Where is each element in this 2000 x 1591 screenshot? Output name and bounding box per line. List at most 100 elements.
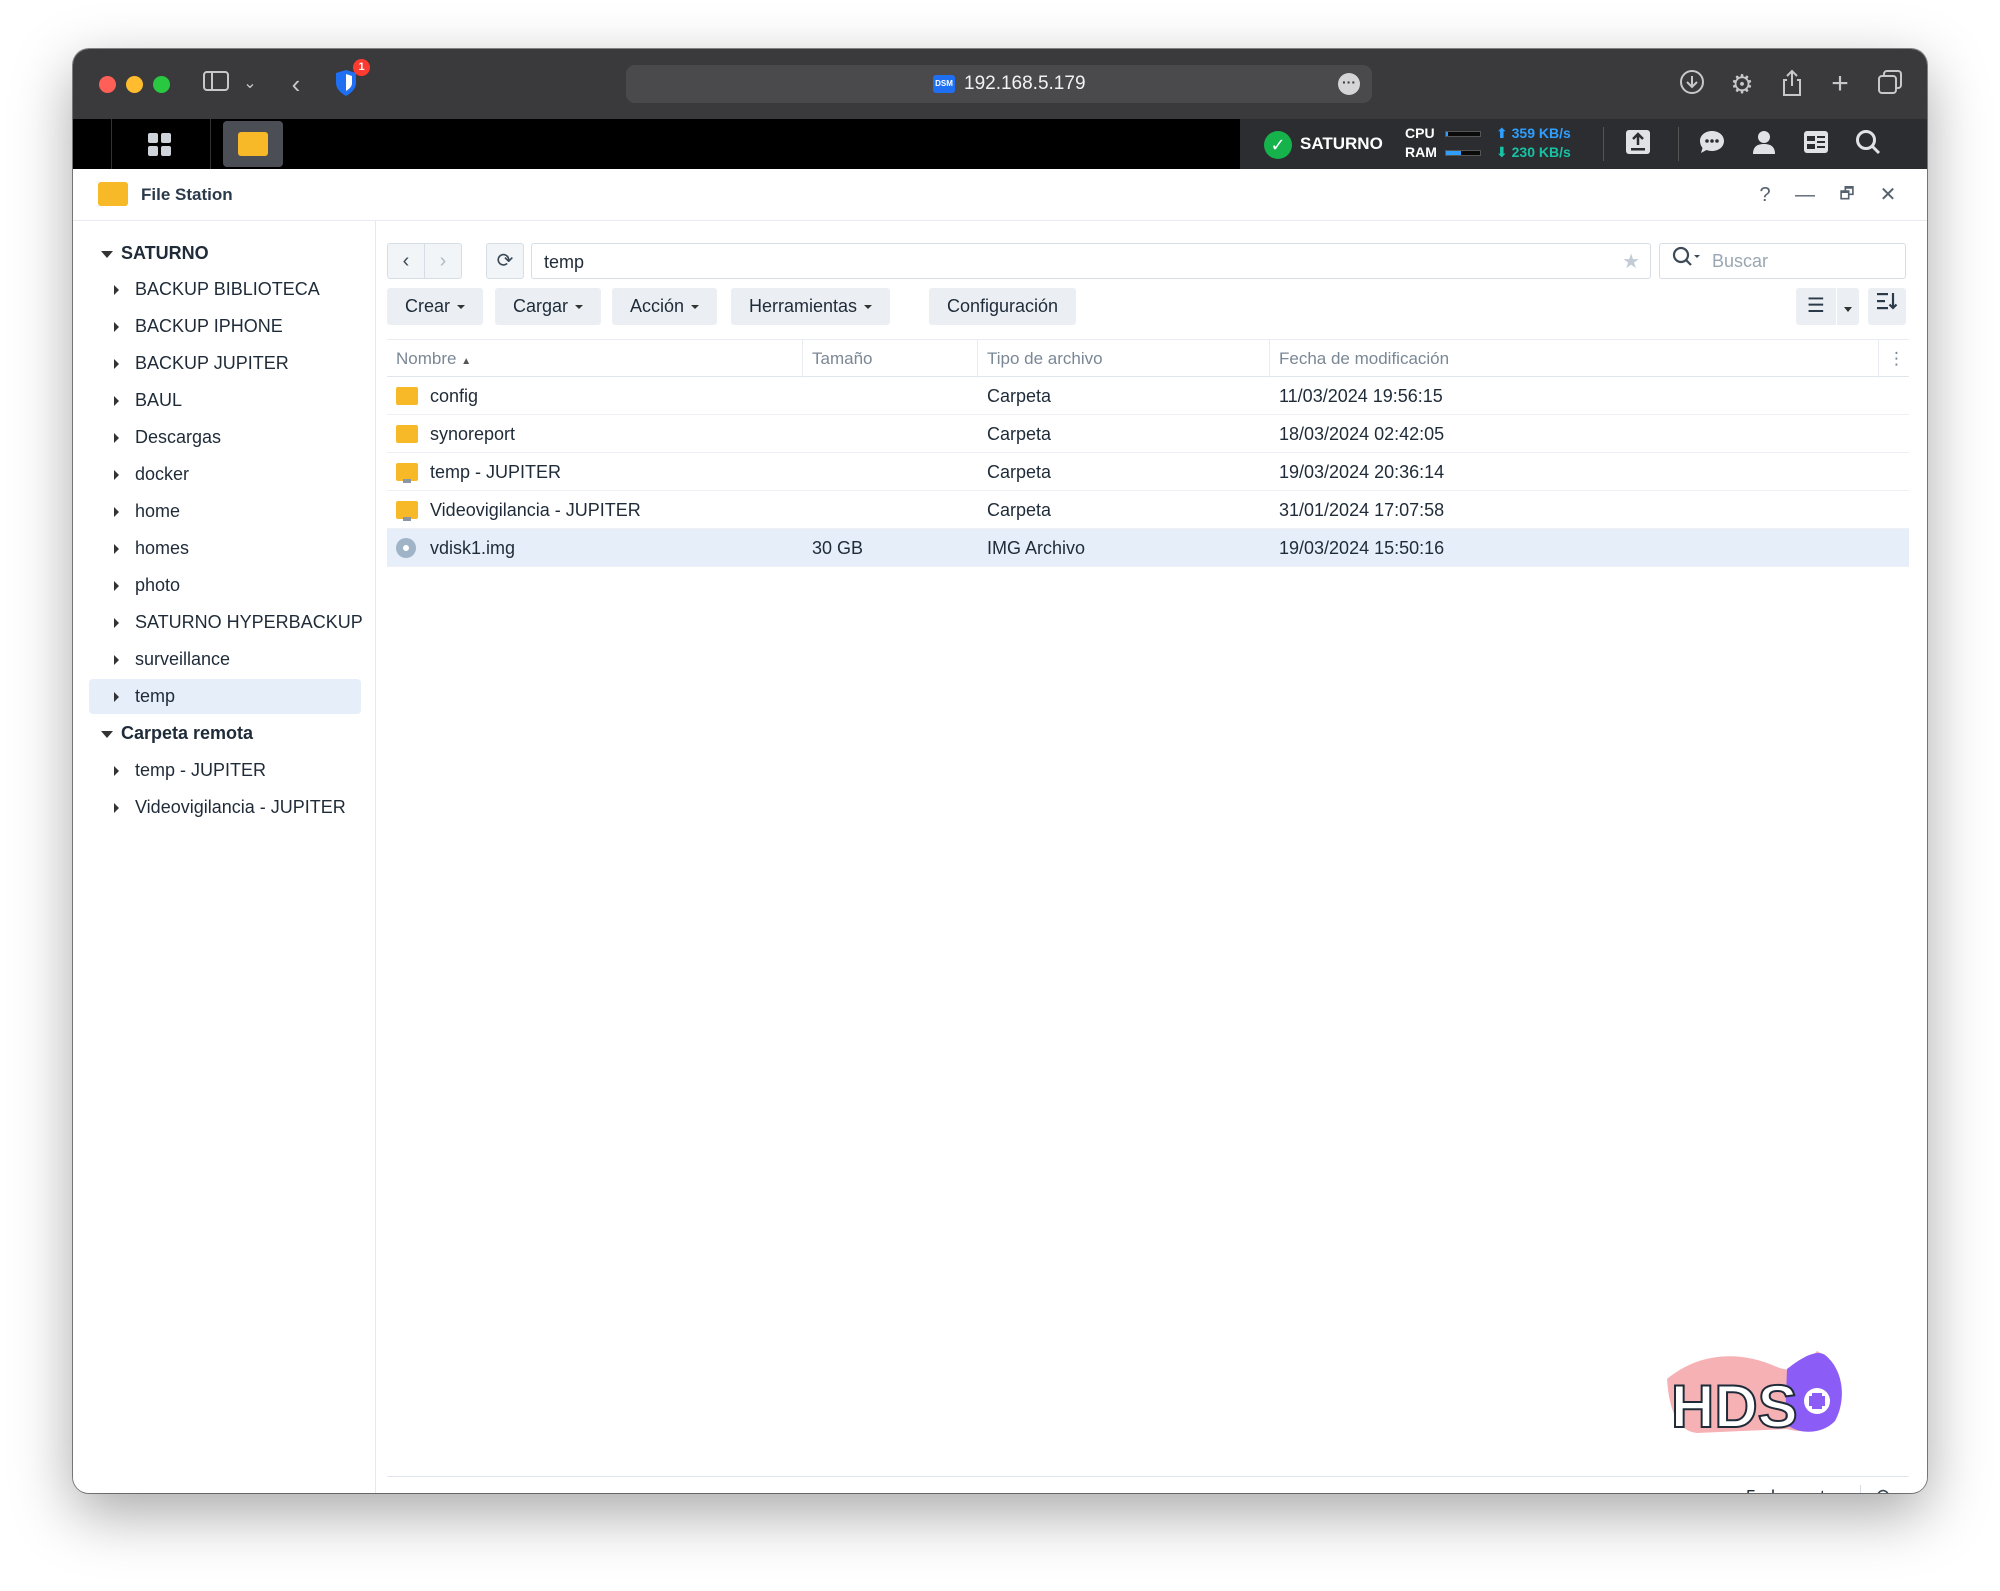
chevron-down-icon[interactable]: ⌄ (235, 69, 265, 99)
tree-item[interactable]: surveillance (89, 642, 361, 677)
dropdown-arrow-icon (691, 305, 700, 310)
configuracion-label: Configuración (947, 296, 1059, 316)
download-icon[interactable] (1677, 69, 1707, 99)
search-input[interactable] (1710, 247, 1895, 275)
list-view-icon[interactable]: ☰ (1796, 288, 1836, 325)
tree-item[interactable]: BAUL (89, 383, 361, 418)
gear-icon[interactable]: ⚙ (1727, 69, 1757, 99)
close-button[interactable]: ✕ (1874, 181, 1902, 209)
tree-item[interactable]: temp - JUPITER (89, 753, 361, 788)
column-menu-icon[interactable]: ⋮ (1879, 340, 1909, 378)
more-options-icon[interactable]: ··· (1338, 73, 1360, 95)
close-window-button[interactable] (99, 76, 116, 93)
address-bar[interactable]: DSM 192.168.5.179 ··· (626, 65, 1372, 103)
tab-overview-icon[interactable] (1875, 69, 1905, 99)
tree-item-selected[interactable]: temp (89, 679, 361, 714)
user-icon[interactable] (1748, 128, 1780, 160)
app-grid-icon (148, 133, 172, 157)
browser-toolbar: ⌄ ‹ 1 DSM 192.168.5.179 ··· ⚙ + (73, 49, 1927, 119)
tree-item[interactable]: BACKUP BIBLIOTECA (89, 272, 361, 307)
cargar-label: Cargar (513, 296, 569, 316)
star-icon[interactable]: ★ (1622, 244, 1640, 280)
back-button[interactable]: ‹ (387, 243, 425, 279)
sort-icon[interactable] (1868, 288, 1906, 325)
restore-button[interactable]: 🗗 (1833, 181, 1861, 209)
tree-item-label: BACKUP BIBLIOTECA (135, 279, 320, 299)
caret-down-icon (101, 730, 113, 738)
caret-right-icon (114, 618, 119, 628)
accion-label: Acción (630, 296, 685, 316)
tree-item[interactable]: docker (89, 457, 361, 492)
refresh-icon[interactable]: ⟳ (1876, 1481, 1893, 1493)
tree-item[interactable]: Descargas (89, 420, 361, 455)
main-menu-button[interactable] (111, 119, 211, 169)
tree-item[interactable]: Videovigilancia - JUPITER (89, 790, 361, 825)
tree-root-remote[interactable]: Carpeta remota (101, 715, 253, 752)
refresh-button[interactable]: ⟳ (486, 243, 524, 279)
dropdown-arrow-icon (575, 305, 584, 310)
back-icon[interactable]: ‹ (281, 69, 311, 99)
tree-item-label: docker (135, 464, 190, 484)
search-icon[interactable] (1852, 128, 1884, 160)
file-name: Videovigilancia - JUPITER (430, 500, 641, 520)
zoom-window-button[interactable] (153, 76, 170, 93)
caret-right-icon (114, 507, 119, 517)
configuracion-button[interactable]: Configuración (929, 288, 1077, 325)
table-row-selected[interactable]: vdisk1.img 30 GB IMG Archivo 19/03/2024 … (387, 529, 1909, 567)
table-row[interactable]: config Carpeta 11/03/2024 19:56:15 (387, 377, 1909, 415)
tree-item[interactable]: SATURNO HYPERBACKUP (89, 605, 363, 640)
item-count: 5 elementos (1746, 1481, 1844, 1493)
path-text: temp (544, 252, 585, 272)
sidebar-toggle-icon[interactable] (201, 69, 231, 99)
shared-folder-icon (396, 463, 418, 483)
cargar-button[interactable]: Cargar (495, 288, 602, 325)
file-type: Carpeta (987, 424, 1052, 444)
folder-icon (238, 132, 268, 156)
accion-button[interactable]: Acción (612, 288, 718, 325)
tree-item-label: BACKUP JUPITER (135, 353, 289, 373)
file-name: synoreport (430, 424, 516, 444)
column-type[interactable]: Tipo de archivo (978, 340, 1270, 378)
widgets-icon[interactable] (1800, 128, 1832, 160)
minimize-window-button[interactable] (126, 76, 143, 93)
search-icon[interactable] (1672, 244, 1700, 280)
caret-right-icon (114, 692, 119, 702)
forward-button[interactable]: › (424, 243, 462, 279)
ram-bar (1445, 150, 1481, 156)
file-station-taskbar-button[interactable] (223, 121, 283, 167)
divider (1678, 127, 1679, 161)
tree-item[interactable]: home (89, 494, 361, 529)
table-row[interactable]: synoreport Carpeta 18/03/2024 02:42:05 (387, 415, 1909, 453)
cpu-label: CPU (1405, 125, 1435, 141)
crear-label: Crear (405, 296, 451, 316)
upload-queue-icon[interactable] (1622, 128, 1654, 160)
tree-item[interactable]: photo (89, 568, 361, 603)
table-row[interactable]: temp - JUPITER Carpeta 19/03/2024 20:36:… (387, 453, 1909, 491)
tree-item[interactable]: homes (89, 531, 361, 566)
tree-item[interactable]: BACKUP JUPITER (89, 346, 361, 381)
column-name[interactable]: Nombre ▲ (387, 340, 803, 378)
share-icon[interactable] (1777, 69, 1807, 99)
file-type: Carpeta (987, 462, 1052, 482)
tree-item-label: SATURNO HYPERBACKUP (135, 612, 363, 632)
herramientas-button[interactable]: Herramientas (731, 288, 891, 325)
upload-rate-value: 359 KB/s (1511, 125, 1571, 141)
table-row[interactable]: Videovigilancia - JUPITER Carpeta 31/01/… (387, 491, 1909, 529)
crear-button[interactable]: Crear (387, 288, 484, 325)
search-box[interactable] (1659, 243, 1906, 279)
help-button[interactable]: ? (1751, 181, 1779, 209)
folder-tree: SATURNO BACKUP BIBLIOTECA BACKUP IPHONE … (73, 221, 376, 1493)
new-tab-icon[interactable]: + (1825, 69, 1855, 99)
window-title: File Station (141, 185, 233, 204)
minimize-button[interactable]: — (1791, 181, 1819, 209)
view-dropdown-icon[interactable] (1837, 288, 1859, 325)
tree-root-saturno[interactable]: SATURNO (101, 235, 209, 272)
column-size[interactable]: Tamaño (803, 340, 978, 378)
caret-down-icon (101, 250, 113, 258)
column-modified[interactable]: Fecha de modificación (1270, 340, 1879, 378)
path-input[interactable]: temp ★ (531, 243, 1651, 279)
check-icon: ✓ (1264, 131, 1292, 159)
tree-item[interactable]: BACKUP IPHONE (89, 309, 361, 344)
file-table: Nombre ▲ Tamaño Tipo de archivo Fecha de… (387, 339, 1909, 567)
chat-icon[interactable] (1696, 128, 1728, 160)
